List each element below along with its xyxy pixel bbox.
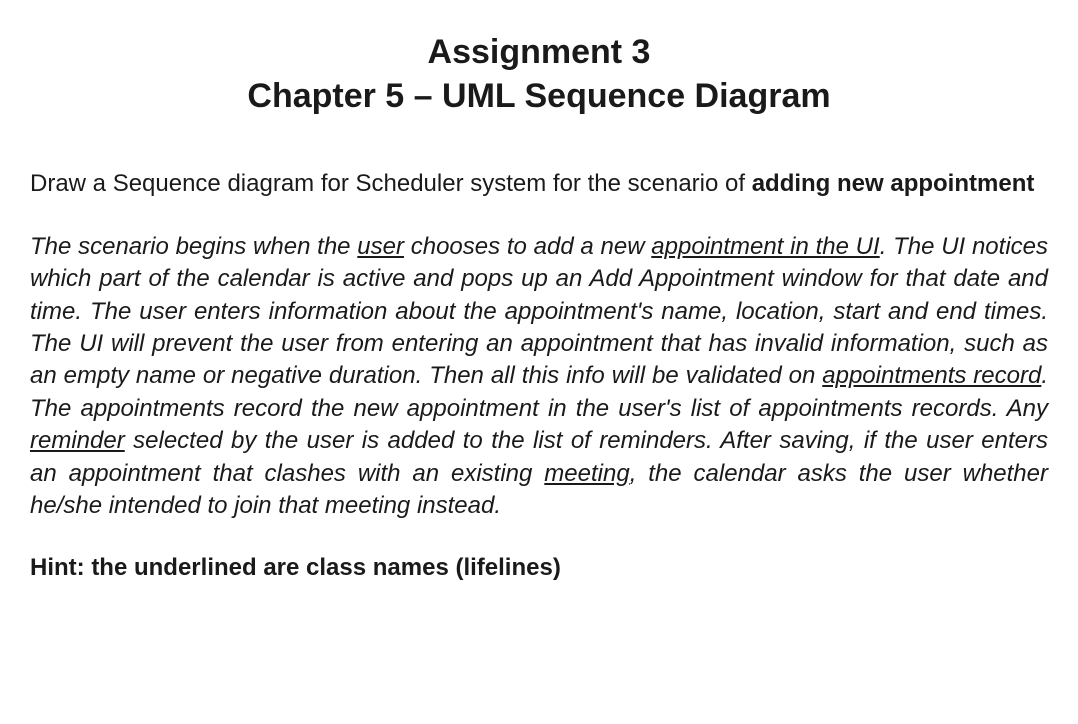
class-appointments-record: appointments record: [822, 362, 1041, 389]
scenario-paragraph: The scenario begins when the user choose…: [30, 231, 1048, 523]
class-meeting: meeting: [544, 460, 629, 487]
intro-paragraph: Draw a Sequence diagram for Scheduler sy…: [30, 168, 1048, 200]
class-appointment-ui: appointment in the UI: [651, 233, 879, 260]
assignment-title: Assignment 3: [30, 30, 1048, 74]
title-block: Assignment 3 Chapter 5 – UML Sequence Di…: [30, 30, 1048, 118]
intro-text: Draw a Sequence diagram for Scheduler sy…: [30, 170, 752, 197]
chapter-title: Chapter 5 – UML Sequence Diagram: [30, 74, 1048, 118]
class-user: user: [357, 233, 404, 260]
intro-bold: adding new appointment: [752, 170, 1035, 197]
scenario-text-2: chooses to add a new: [404, 233, 651, 260]
class-reminder: reminder: [30, 427, 125, 454]
hint-paragraph: Hint: the underlined are class names (li…: [30, 552, 1048, 584]
scenario-text-1: The scenario begins when the: [30, 233, 357, 260]
